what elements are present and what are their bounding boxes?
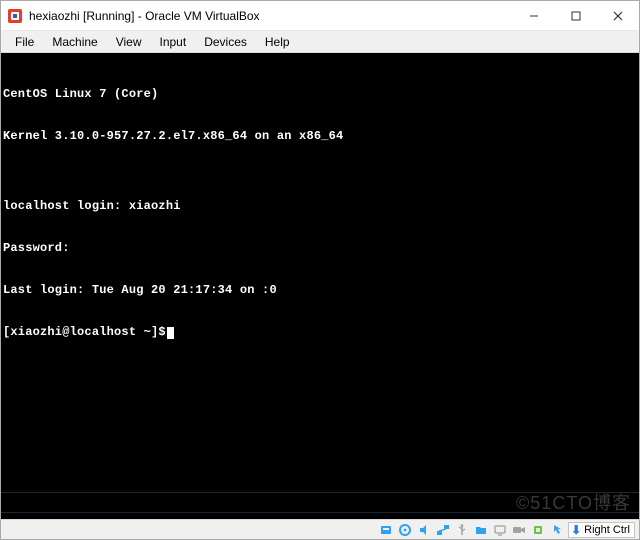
network-icon[interactable] bbox=[435, 522, 451, 538]
terminal-last-login: Last login: Tue Aug 20 21:17:34 on :0 bbox=[3, 283, 637, 297]
terminal-cursor bbox=[167, 327, 174, 339]
terminal-line: Kernel 3.10.0-957.27.2.el7.x86_64 on an … bbox=[3, 129, 637, 143]
mouse-capture-icon[interactable] bbox=[549, 522, 565, 538]
window-controls bbox=[513, 1, 639, 30]
audio-icon[interactable] bbox=[416, 522, 432, 538]
virtualbox-window: hexiaozhi [Running] - Oracle VM VirtualB… bbox=[0, 0, 640, 540]
menu-devices[interactable]: Devices bbox=[196, 33, 255, 51]
guest-display[interactable]: CentOS Linux 7 (Core) Kernel 3.10.0-957.… bbox=[1, 53, 639, 519]
terminal-line: CentOS Linux 7 (Core) bbox=[3, 87, 637, 101]
menu-help[interactable]: Help bbox=[257, 33, 298, 51]
close-button[interactable] bbox=[597, 1, 639, 30]
terminal-login-prompt: localhost login: xiaozhi bbox=[3, 199, 637, 213]
menu-machine[interactable]: Machine bbox=[44, 33, 105, 51]
menubar: File Machine View Input Devices Help bbox=[1, 31, 639, 53]
minimize-button[interactable] bbox=[513, 1, 555, 30]
virtualbox-app-icon bbox=[7, 8, 23, 24]
menu-file[interactable]: File bbox=[7, 33, 42, 51]
disk-icon[interactable] bbox=[378, 522, 394, 538]
display-icon[interactable] bbox=[492, 522, 508, 538]
maximize-button[interactable] bbox=[555, 1, 597, 30]
hostkey-label: Right Ctrl bbox=[584, 524, 630, 536]
titlebar: hexiaozhi [Running] - Oracle VM VirtualB… bbox=[1, 1, 639, 31]
menu-input[interactable]: Input bbox=[152, 33, 195, 51]
usb-icon[interactable] bbox=[454, 522, 470, 538]
host-key-indicator[interactable]: ⬇ Right Ctrl bbox=[568, 522, 635, 538]
statusbar: ⬇ Right Ctrl bbox=[1, 519, 639, 539]
cpu-icon[interactable] bbox=[530, 522, 546, 538]
separator bbox=[1, 492, 639, 493]
optical-icon[interactable] bbox=[397, 522, 413, 538]
menu-view[interactable]: View bbox=[108, 33, 150, 51]
terminal-shell-prompt: [xiaozhi@localhost ~]$ bbox=[3, 325, 637, 339]
recording-icon[interactable] bbox=[511, 522, 527, 538]
separator bbox=[1, 512, 639, 513]
hostkey-arrow-icon: ⬇ bbox=[571, 524, 581, 536]
shared-folder-icon[interactable] bbox=[473, 522, 489, 538]
window-title: hexiaozhi [Running] - Oracle VM VirtualB… bbox=[29, 9, 513, 23]
terminal-password-prompt: Password: bbox=[3, 241, 637, 255]
